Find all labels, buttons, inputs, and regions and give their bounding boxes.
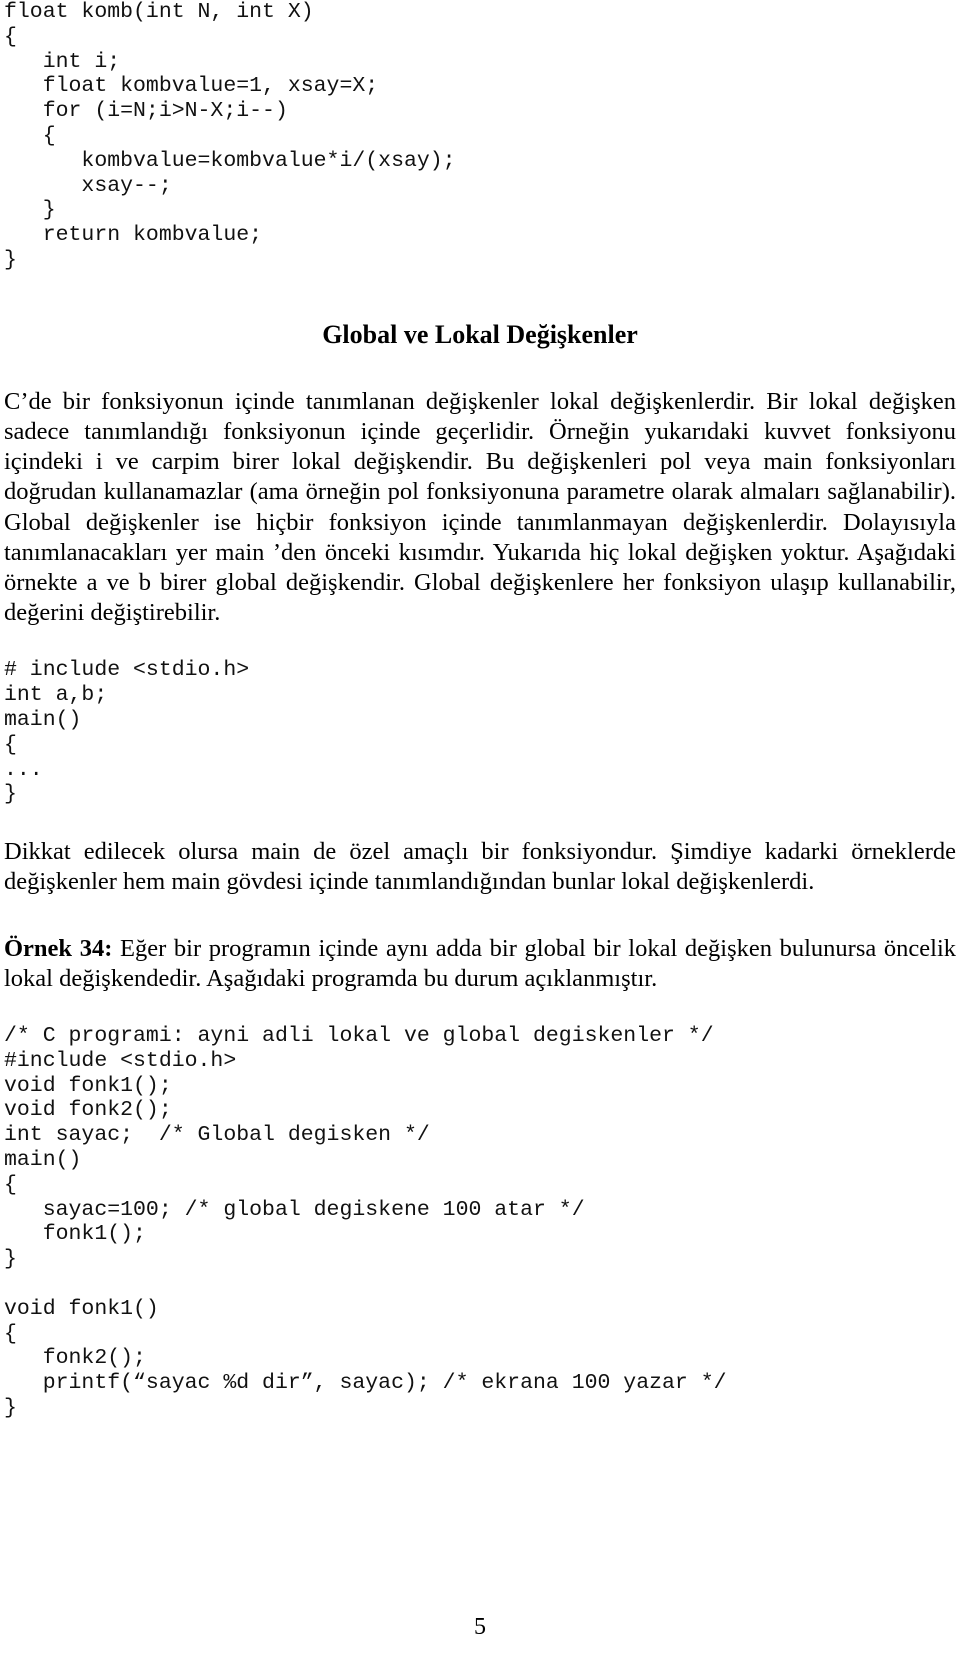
- paragraph-local-global-explanation: C’de bir fonksiyonun içinde tanımlanan d…: [4, 387, 956, 627]
- code-line: /* C programi: ayni adli lokal ve global…: [4, 1023, 714, 1048]
- code-line: }: [4, 1395, 17, 1420]
- code-line: {: [4, 1321, 17, 1346]
- example-text: Eğer bir programın içinde aynı adda bir …: [4, 934, 956, 992]
- document-page: float komb(int N, int X) { int i; float …: [0, 0, 960, 1667]
- code-line: # include <stdio.h>: [4, 658, 250, 683]
- code-line: for (i=N;i>N-X;i--): [4, 99, 288, 124]
- paragraph-ornek-34: Örnek 34: Eğer bir programın içinde aynı…: [4, 934, 956, 994]
- code-line: }: [4, 198, 56, 223]
- code-line: ...: [4, 757, 43, 782]
- code-line: int sayac; /* Global degisken */: [4, 1123, 430, 1148]
- page-number: 5: [474, 1614, 486, 1640]
- code-line: float komb(int N, int X): [4, 0, 314, 24]
- code-line: fonk1();: [4, 1222, 146, 1247]
- code-line: }: [4, 247, 17, 272]
- code-line: sayac=100; /* global degiskene 100 atar …: [4, 1197, 585, 1222]
- code-line: void fonk1();: [4, 1073, 172, 1098]
- code-line: kombvalue=kombvalue*i/(xsay);: [4, 148, 456, 173]
- code-line: int a,b;: [4, 683, 108, 708]
- code-block-global-skeleton: # include <stdio.h> int a,b; main() { ..…: [4, 658, 956, 807]
- code-line: int i;: [4, 49, 121, 74]
- code-line: return kombvalue;: [4, 223, 263, 248]
- code-line: }: [4, 1247, 17, 1272]
- code-line: xsay--;: [4, 173, 172, 198]
- code-block-sayac-example: /* C programi: ayni adli lokal ve global…: [4, 1024, 956, 1421]
- code-line: #include <stdio.h>: [4, 1048, 237, 1073]
- code-line: main(): [4, 1147, 82, 1172]
- code-line: printf(“sayac %d dir”, sayac); /* ekrana…: [4, 1371, 727, 1396]
- code-line: float kombvalue=1, xsay=X;: [4, 74, 379, 99]
- page-content-flow: float komb(int N, int X) { int i; float …: [4, 0, 956, 1421]
- code-line: {: [4, 1172, 17, 1197]
- code-line: {: [4, 123, 56, 148]
- code-block-komb-function: float komb(int N, int X) { int i; float …: [4, 0, 956, 273]
- code-line: {: [4, 732, 17, 757]
- section-heading-global-lokal-degiskenler: Global ve Lokal Değişkenler: [322, 319, 638, 349]
- code-line: }: [4, 782, 17, 807]
- code-line: fonk2();: [4, 1346, 146, 1371]
- example-label: Örnek 34:: [4, 934, 113, 962]
- paragraph-main-special-function: Dikkat edilecek olursa main de özel amaç…: [4, 838, 956, 896]
- code-line: void fonk1(): [4, 1296, 159, 1321]
- code-line: main(): [4, 707, 82, 732]
- code-line: {: [4, 24, 17, 49]
- code-line: void fonk2();: [4, 1098, 172, 1123]
